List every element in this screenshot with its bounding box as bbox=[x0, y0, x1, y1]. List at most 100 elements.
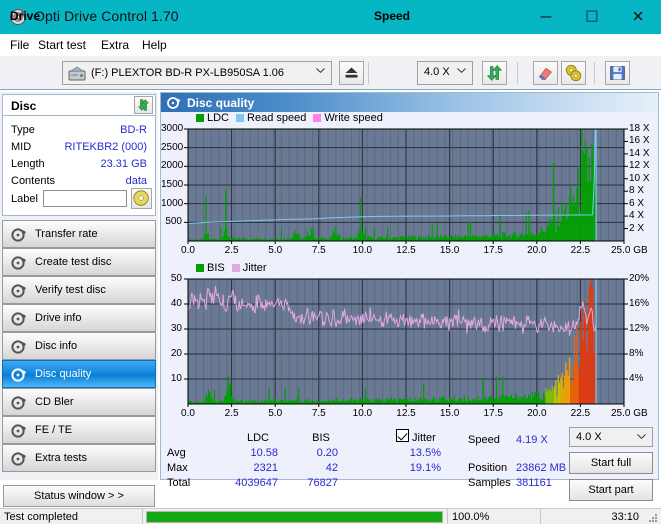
menu-item-extra[interactable]: Extra bbox=[101, 38, 129, 52]
drive-value: (F:) PLEXTOR BD-R PX-LB950SA 1.06 bbox=[91, 67, 284, 79]
x-tick-label: 10.0 bbox=[352, 245, 373, 256]
sidebar-item-verify-test-disc[interactable]: Verify test disc bbox=[2, 276, 156, 304]
maximize-button[interactable]: ☐ bbox=[569, 0, 615, 34]
summary-total-ldc: 4039647 bbox=[235, 477, 278, 489]
summary-avg-ldc: 10.58 bbox=[250, 447, 278, 459]
disc-length-value: 23.31 GB bbox=[100, 158, 147, 170]
summary-avg-jitter: 13.5% bbox=[409, 447, 441, 459]
summary-row-avg-label: Avg bbox=[167, 447, 186, 459]
x-tick-label: 22.5 bbox=[570, 408, 591, 419]
drive-select[interactable]: (F:) PLEXTOR BD-R PX-LB950SA 1.06 bbox=[62, 61, 332, 85]
status-separator bbox=[142, 509, 143, 524]
sidebar-item-extra-tests[interactable]: Extra tests bbox=[2, 444, 156, 472]
x-tick-label: 15.0 bbox=[439, 408, 460, 419]
disc-mid-value: RITEKBR2 (000) bbox=[64, 141, 147, 153]
refresh-button[interactable] bbox=[482, 61, 507, 85]
start-part-label: Start part bbox=[588, 484, 634, 496]
disc-icon bbox=[11, 340, 26, 354]
x-tick-label: 25.0 GB bbox=[611, 408, 648, 419]
menu-item-start-test[interactable]: Start test bbox=[38, 38, 86, 52]
disc-icon bbox=[11, 368, 26, 382]
disc-icon bbox=[11, 424, 26, 438]
menu-item-help[interactable]: Help bbox=[142, 38, 167, 52]
speed-select[interactable]: 4.0 X bbox=[417, 61, 473, 85]
x-tick-label: 7.5 bbox=[311, 408, 326, 419]
x-tick-label: 12.5 bbox=[396, 245, 416, 256]
sidebar-item-fe-te[interactable]: FE / TE bbox=[2, 416, 156, 444]
sidebar-item-disc-info[interactable]: Disc info bbox=[2, 332, 156, 360]
summary-col-bis: BIS bbox=[312, 432, 330, 444]
x-tick-label: 20.0 bbox=[527, 408, 547, 419]
summary-position-label: Position bbox=[468, 462, 508, 474]
sidebar-label: FE / TE bbox=[35, 424, 73, 436]
chevron-down-icon bbox=[457, 68, 466, 73]
summary-row-max-label: Max bbox=[167, 462, 188, 474]
save-icon bbox=[610, 66, 625, 80]
minimize-button[interactable]: ─ bbox=[523, 0, 569, 34]
elapsed-time: 33:10 bbox=[611, 511, 639, 523]
minimize-icon: ─ bbox=[540, 8, 552, 26]
window-title: Opti Drive Control 1.70 bbox=[34, 8, 179, 24]
sidebar-item-disc-quality[interactable]: Disc quality bbox=[2, 360, 156, 388]
x-tick-label: 10.0 bbox=[352, 408, 373, 419]
x-tick-label: 2.5 bbox=[224, 245, 239, 256]
y2-tick-label: 18 X bbox=[629, 123, 650, 134]
y2-tick-label: 12% bbox=[629, 323, 650, 334]
summary-col-jitter: Jitter bbox=[412, 432, 436, 444]
eject-icon bbox=[345, 67, 358, 78]
y-tick-label: 1000 bbox=[161, 197, 184, 209]
summary-samples-label: Samples bbox=[468, 477, 511, 489]
status-separator bbox=[540, 509, 541, 524]
toolbar-separator bbox=[517, 62, 518, 84]
status-window-label: Status window > > bbox=[34, 490, 124, 502]
sidebar-label: Drive info bbox=[35, 312, 82, 324]
disc-contents-label: Contents bbox=[11, 175, 56, 187]
y2-tick-label: 8% bbox=[629, 348, 644, 359]
summary-col-ldc: LDC bbox=[246, 432, 269, 444]
disc-panel-body: Type BD-R MID RITEKBR2 (000) Length 23.3… bbox=[2, 116, 156, 216]
refresh-icon bbox=[486, 65, 503, 81]
disc-label-input[interactable] bbox=[43, 190, 127, 207]
erase-button[interactable] bbox=[533, 61, 558, 85]
menu-item-file[interactable]: File bbox=[10, 38, 29, 52]
x-tick-label: 15.0 bbox=[439, 245, 460, 256]
summary-speed-label: Speed bbox=[468, 434, 500, 446]
x-tick-label: 17.5 bbox=[483, 245, 503, 256]
sidebar-item-transfer-rate[interactable]: Transfer rate bbox=[2, 220, 156, 248]
x-tick-label: 22.5 bbox=[570, 245, 591, 256]
x-tick-label: 2.5 bbox=[224, 408, 239, 419]
sidebar-item-create-test-disc[interactable]: Create test disc bbox=[2, 248, 156, 276]
dual-layer-button[interactable] bbox=[561, 61, 586, 85]
disc-label-button[interactable] bbox=[131, 188, 152, 209]
chart-bis-jitter: BIS Jitter 10 20 30 40 50 4% 8% 12% 16% 20% 0.0 2.5 5.… bbox=[161, 262, 658, 420]
summary-max-bis: 42 bbox=[325, 462, 338, 474]
y2-tick-label: 16 X bbox=[629, 135, 650, 147]
x-tick-label: 0.0 bbox=[181, 408, 195, 419]
status-window-button[interactable]: Status window > > bbox=[3, 485, 155, 507]
disc-refresh-button[interactable] bbox=[134, 96, 153, 114]
sidebar-item-drive-info[interactable]: Drive info bbox=[2, 304, 156, 332]
speed-value: 4.0 X bbox=[424, 66, 450, 78]
y2-tick-label: 4% bbox=[629, 373, 644, 384]
summary-row-total-label: Total bbox=[167, 477, 191, 489]
summary-max-ldc: 2321 bbox=[253, 462, 278, 474]
start-full-button[interactable]: Start full bbox=[569, 452, 653, 474]
summary-avg-bis: 0.20 bbox=[316, 447, 338, 459]
disc-label-label: Label bbox=[11, 193, 38, 205]
close-button[interactable]: ✕ bbox=[615, 0, 661, 34]
y2-tick-label: 6 X bbox=[629, 197, 645, 209]
save-button[interactable] bbox=[605, 61, 630, 85]
start-part-button[interactable]: Start part bbox=[569, 479, 653, 501]
drive-label: Drive bbox=[10, 9, 41, 23]
eject-button[interactable] bbox=[339, 61, 364, 85]
sidebar-item-cd-bler[interactable]: CD Bler bbox=[2, 388, 156, 416]
disc-icon bbox=[11, 452, 26, 466]
chevron-down-icon bbox=[316, 68, 325, 73]
disc-contents-value: data bbox=[125, 175, 147, 187]
disc-icon bbox=[11, 256, 26, 270]
jitter-checkbox[interactable] bbox=[396, 429, 409, 442]
y-tick-label: 10 bbox=[170, 373, 182, 384]
resize-grip-icon[interactable] bbox=[647, 512, 659, 524]
toolbar-separator bbox=[368, 62, 369, 84]
bottom-speed-select[interactable]: 4.0 X bbox=[569, 427, 653, 447]
